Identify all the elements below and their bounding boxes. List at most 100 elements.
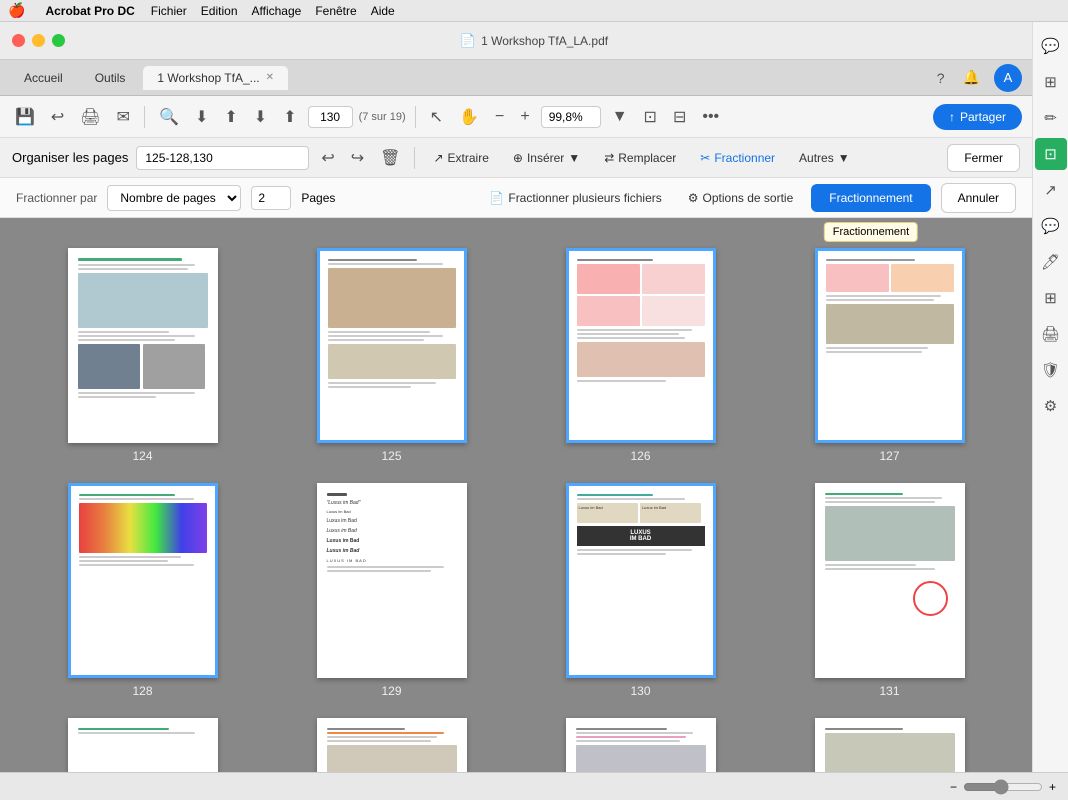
export-pdf-icon[interactable]: ↗	[1035, 174, 1067, 206]
comment-icon[interactable]: 💬	[1035, 30, 1067, 62]
edit-pdf-icon[interactable]: ✏	[1035, 102, 1067, 134]
list-item[interactable]: 124	[30, 248, 255, 463]
user-avatar[interactable]: A	[994, 64, 1022, 92]
print-toolbar-button[interactable]: 🖨	[75, 103, 105, 131]
delete-pages-button[interactable]: 🗑	[376, 144, 404, 172]
grid-view-icon[interactable]: ⊞	[1035, 66, 1067, 98]
menu-fichier[interactable]: Fichier	[151, 4, 187, 18]
page-thumbnail[interactable]	[815, 718, 965, 774]
fermer-button[interactable]: Fermer	[947, 144, 1020, 172]
page-thumbnail[interactable]	[317, 248, 467, 443]
pages-grid: 124	[20, 238, 1012, 774]
inserer-button[interactable]: ⊕ Insérer ▼	[505, 147, 588, 169]
fractionner-type-select[interactable]: Nombre de pages	[107, 185, 241, 211]
tab-close-button[interactable]: ✕	[266, 72, 274, 83]
list-item[interactable]: 125	[279, 248, 504, 463]
notifications-button[interactable]: 🔔	[959, 65, 984, 90]
more-tools2-icon[interactable]: ⚙	[1035, 390, 1067, 422]
prev-page-button[interactable]: ⬇	[190, 103, 213, 131]
organize-title: Organiser les pages	[12, 150, 128, 165]
undo-toolbar-button[interactable]: ↩	[46, 103, 69, 131]
options-icon: ⚙	[688, 191, 699, 205]
list-item[interactable]: 128	[30, 483, 255, 698]
page-thumbnail[interactable]	[566, 718, 716, 774]
zoom-increase-icon[interactable]: +	[1049, 780, 1056, 794]
menu-fenetre[interactable]: Fenêtre	[315, 4, 356, 18]
list-item[interactable]: 131	[777, 483, 1002, 698]
fill-sign-icon[interactable]: 🖊	[1035, 246, 1067, 278]
select-tool-button[interactable]: ↖	[425, 103, 448, 131]
fractionner-num-input[interactable]	[251, 186, 291, 210]
list-item[interactable]: Luxus im Bad Luxus im Bad LUXUSIM BAD 13…	[528, 483, 753, 698]
list-item[interactable]: 134	[528, 718, 753, 774]
next-page-button[interactable]: ⬆	[219, 103, 242, 131]
page-thumbnail[interactable]	[68, 248, 218, 443]
shield2-icon[interactable]: 🛡	[1035, 354, 1067, 386]
menu-affichage[interactable]: Affichage	[252, 4, 302, 18]
undo-organize-button[interactable]: ↩	[317, 144, 338, 172]
fractionner-button[interactable]: ✂ Fractionner	[692, 147, 783, 169]
fractionner-multi-button[interactable]: 📄 Fractionner plusieurs fichiers	[481, 187, 669, 209]
zoom-decrease-icon[interactable]: −	[950, 780, 957, 794]
annuler-button[interactable]: Annuler	[941, 183, 1016, 213]
page-number-input[interactable]	[308, 106, 353, 128]
menu-aide[interactable]: Aide	[371, 4, 395, 18]
share-button[interactable]: ↑ Partager	[933, 104, 1022, 130]
fit-page-button[interactable]: ⊡	[639, 103, 662, 131]
tab-accueil[interactable]: Accueil	[10, 66, 77, 90]
pages-range-input[interactable]	[136, 146, 309, 170]
apple-menu[interactable]: 🍎	[8, 2, 25, 19]
maximize-window-button[interactable]	[52, 34, 65, 47]
more-tools-button[interactable]: •••	[697, 104, 724, 130]
extraire-button[interactable]: ↗ Extraire	[425, 147, 496, 169]
page-thumbnail[interactable]	[566, 248, 716, 443]
page-thumbnail[interactable]	[815, 483, 965, 678]
app-name: Acrobat Pro DC	[45, 4, 134, 18]
list-item[interactable]: 126	[528, 248, 753, 463]
fractionner-options-button[interactable]: ⚙ Options de sortie	[680, 187, 801, 209]
zoom-minus-button[interactable]: −	[490, 104, 509, 130]
page-thumbnail[interactable]	[815, 248, 965, 443]
fractionner-bar: Fractionner par Nombre de pages Pages 📄 …	[0, 178, 1032, 218]
save-button[interactable]: 💾	[10, 103, 40, 131]
tab-document[interactable]: 1 Workshop TfA_... ✕	[143, 66, 288, 90]
tab-outils[interactable]: Outils	[81, 66, 140, 90]
print2-icon[interactable]: 🖨	[1035, 318, 1067, 350]
zoom-value-input[interactable]	[541, 106, 601, 128]
page-thumbnail[interactable]	[317, 718, 467, 774]
fractionner-icon: ✂	[700, 151, 710, 165]
remplacer-button[interactable]: ⇄ Remplacer	[596, 147, 684, 169]
help-button[interactable]: ?	[933, 66, 949, 90]
tab-right-actions: ? 🔔 A	[933, 64, 1022, 92]
close-window-button[interactable]	[12, 34, 25, 47]
page-up-button[interactable]: ⬆	[278, 103, 301, 131]
zoom-dropdown-button[interactable]: ▼	[607, 104, 633, 130]
zoom-slider[interactable]	[963, 779, 1043, 795]
menubar: 🍎 Acrobat Pro DC Fichier Edition Afficha…	[0, 0, 1068, 22]
spreadsheet-icon[interactable]: ⊞	[1035, 282, 1067, 314]
list-item[interactable]: 127	[777, 248, 1002, 463]
redo-organize-button[interactable]: ↪	[347, 144, 368, 172]
page-thumbnail[interactable]	[68, 718, 218, 774]
chat2-icon[interactable]: 💬	[1035, 210, 1067, 242]
page-thumbnail[interactable]	[68, 483, 218, 678]
minimize-window-button[interactable]	[32, 34, 45, 47]
autres-button[interactable]: Autres ▼	[791, 147, 858, 169]
page-thumbnail[interactable]: Luxus im Bad Luxus im Bad LUXUSIM BAD	[566, 483, 716, 678]
fractionnement-action-button[interactable]: Fractionnement	[811, 184, 930, 212]
hand-tool-button[interactable]: ✋	[454, 103, 484, 131]
zoom-plus-button[interactable]: +	[515, 104, 534, 130]
list-item[interactable]: 132	[30, 718, 255, 774]
organize-pages-icon[interactable]: ⊡	[1035, 138, 1067, 170]
toolbar-sep-2	[415, 106, 416, 128]
page-down-button[interactable]: ⬇	[249, 103, 272, 131]
menu-edition[interactable]: Edition	[201, 4, 238, 18]
list-item[interactable]: 133	[279, 718, 504, 774]
list-item[interactable]: "Luxus im Bad" Luxus im Bad Luxus im Bad…	[279, 483, 504, 698]
zoom-out-toolbar-button[interactable]: 🔍	[154, 103, 184, 131]
page-thumbnail[interactable]: "Luxus im Bad" Luxus im Bad Luxus im Bad…	[317, 483, 467, 678]
page-count-label: (7 sur 19)	[359, 111, 406, 123]
list-item[interactable]: 135	[777, 718, 1002, 774]
email-toolbar-button[interactable]: ✉	[112, 103, 135, 131]
fit-width-button[interactable]: ⊟	[668, 103, 691, 131]
